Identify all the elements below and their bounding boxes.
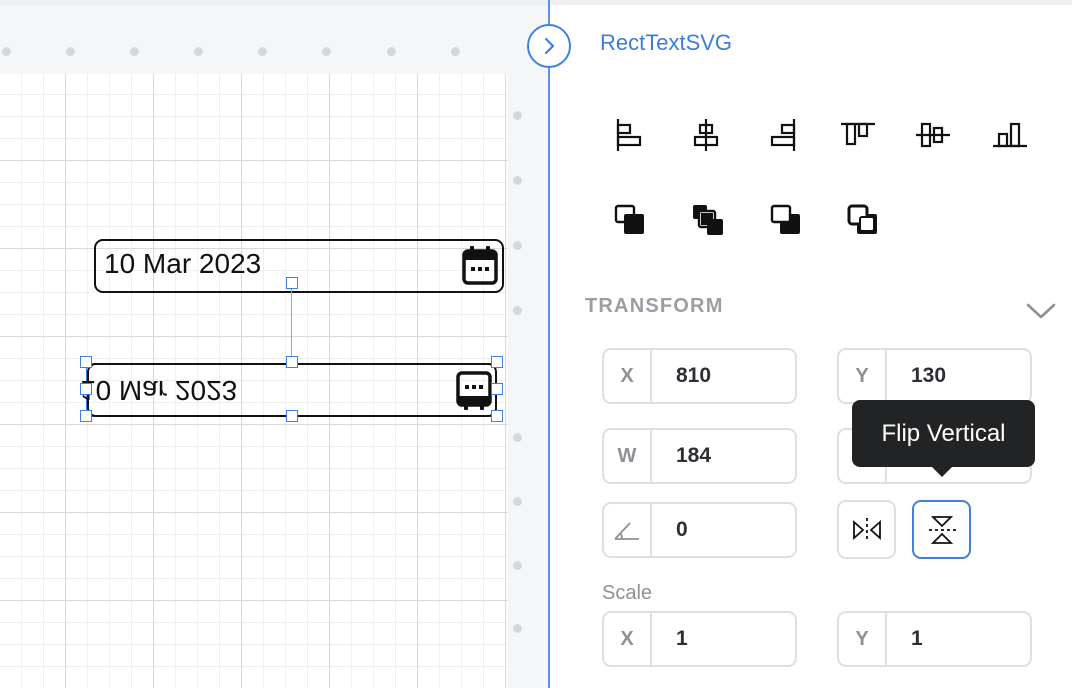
scale-x-label: X: [604, 613, 652, 665]
resize-handle-top-right[interactable]: [491, 356, 503, 368]
bring-forward-icon[interactable]: [610, 200, 650, 240]
ruler-dot: [2, 47, 11, 56]
ruler-dot: [513, 176, 522, 185]
rotation-input[interactable]: [652, 504, 795, 556]
canvas-area[interactable]: [0, 0, 549, 688]
flipped-calendar-icon: [455, 369, 493, 411]
flip-horizontal-icon: [852, 517, 881, 540]
w-label: W: [604, 430, 652, 482]
angle-icon: [604, 504, 652, 556]
rotation-connector: [291, 289, 292, 363]
resize-handle-top-left[interactable]: [80, 356, 92, 368]
resize-handle-left[interactable]: [80, 383, 92, 395]
y-label: Y: [839, 350, 887, 402]
flipped-date-text: 10 Mar 2023: [80, 375, 238, 406]
y-input[interactable]: [887, 350, 1030, 402]
resize-handle-bottom[interactable]: [286, 410, 298, 422]
rotation-handle[interactable]: [286, 277, 298, 289]
ruler-dot: [66, 47, 75, 56]
ruler-dot: [513, 306, 522, 315]
flip-vertical-button[interactable]: [912, 500, 971, 559]
ruler-dot: [258, 47, 267, 56]
date-shape-text: 10 Mar 2023: [104, 248, 262, 279]
scale-y-label: Y: [839, 613, 887, 665]
ruler-dot: [451, 47, 460, 56]
send-backward-icon[interactable]: [766, 200, 806, 240]
scale-y-field[interactable]: Y: [837, 611, 1032, 667]
ruler-dot: [513, 241, 522, 250]
transform-section-title: TRANSFORM: [585, 295, 724, 317]
x-input[interactable]: [652, 350, 795, 402]
flip-horizontal-button[interactable]: [837, 500, 896, 559]
chevron-down-icon[interactable]: [1024, 298, 1058, 324]
ruler-dot: [513, 111, 522, 120]
bring-to-front-icon[interactable]: [688, 200, 728, 240]
ruler-dot: [130, 47, 139, 56]
flip-vertical-icon: [928, 515, 956, 544]
ruler-dot: [194, 47, 203, 56]
tooltip-arrow: [931, 466, 953, 477]
scale-x-input[interactable]: [652, 613, 795, 665]
ruler-dot: [322, 47, 331, 56]
ruler-dot: [513, 561, 522, 570]
send-to-back-icon[interactable]: [843, 200, 883, 240]
panel-divider[interactable]: [548, 0, 550, 688]
scale-x-field[interactable]: X: [602, 611, 797, 667]
ruler-dot: [513, 497, 522, 506]
scale-label: Scale: [602, 582, 653, 604]
resize-handle-top[interactable]: [286, 356, 298, 368]
y-position-field[interactable]: Y: [837, 348, 1032, 404]
panel-title: RectTextSVG: [600, 30, 733, 55]
flip-vertical-tooltip: Flip Vertical: [852, 400, 1035, 467]
calendar-icon: [461, 245, 499, 287]
x-label: X: [604, 350, 652, 402]
resize-handle-bottom-left[interactable]: [80, 410, 92, 422]
width-input[interactable]: [652, 430, 795, 482]
collapse-panel-button[interactable]: [527, 24, 571, 68]
align-right-icon[interactable]: [764, 115, 804, 155]
ruler-dot: [513, 433, 522, 442]
align-top-icon[interactable]: [838, 115, 878, 155]
align-bottom-icon[interactable]: [990, 115, 1030, 155]
chevron-right-icon: [544, 37, 555, 55]
x-position-field[interactable]: X: [602, 348, 797, 404]
resize-handle-bottom-right[interactable]: [491, 410, 503, 422]
align-center-horizontal-icon[interactable]: [686, 115, 726, 155]
ruler-dot: [387, 47, 396, 56]
resize-handle-right[interactable]: [491, 383, 503, 395]
ruler-dot: [513, 624, 522, 633]
align-center-vertical-icon[interactable]: [913, 115, 953, 155]
scale-y-input[interactable]: [887, 613, 1030, 665]
rotation-field[interactable]: [602, 502, 797, 558]
width-field[interactable]: W: [602, 428, 797, 484]
align-left-icon[interactable]: [608, 115, 648, 155]
